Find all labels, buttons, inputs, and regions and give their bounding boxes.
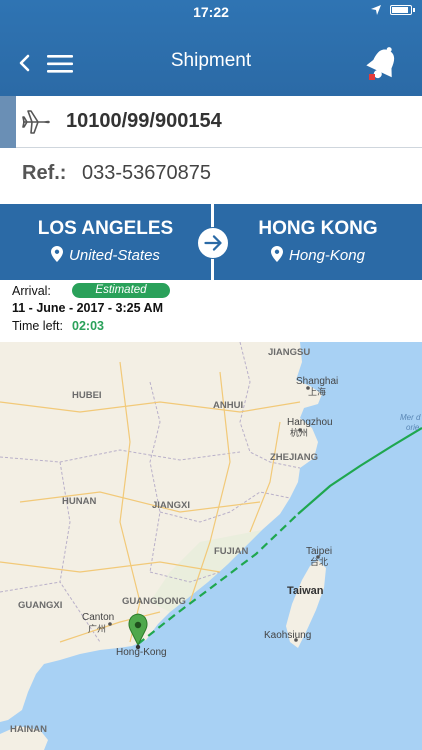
arrow-right-icon — [197, 227, 229, 259]
app-header: 17:22 Shipment — [0, 0, 422, 96]
accent-bar — [0, 96, 16, 148]
map-label-shanghai-cn: 上海 — [308, 386, 326, 397]
reference-value: 033-53670875 — [82, 162, 212, 184]
bell-icon[interactable] — [362, 44, 402, 86]
map-label-kaohsiung: Kaohsiung — [264, 630, 311, 641]
origin-card: LOS ANGELES United-States — [0, 204, 211, 280]
map-label-taiwan: Taiwan — [287, 585, 324, 597]
map-label-canton-cn: 广州 — [88, 623, 106, 634]
map-label-anhui: ANHUI — [213, 400, 243, 411]
map-label-shanghai: Shanghai — [296, 376, 338, 387]
arrival-info: Arrival: Estimated 11 - June - 2017 - 3:… — [0, 280, 422, 342]
origin-country: United-States — [69, 247, 160, 264]
map-label-zhejiang: ZHEJIANG — [270, 452, 318, 463]
page-title: Shipment — [170, 50, 252, 71]
map-label-canton: Canton — [82, 612, 114, 623]
map-canvas[interactable]: JIANGSU HUBEI ANHUI ZHEJIANG HUNAN JIANG… — [0, 342, 422, 750]
location-pin-icon — [51, 246, 64, 262]
destination-card: HONG KONG Hong-Kong — [214, 204, 422, 280]
destination-country: Hong-Kong — [289, 247, 365, 264]
location-pin-icon — [271, 246, 284, 262]
arrival-label: Arrival: — [12, 284, 51, 298]
map-label-sea-1: Mer d — [400, 413, 421, 422]
time-left-value: 02:03 — [72, 319, 104, 333]
map-label-sea-2: orie — [406, 423, 420, 432]
map-label-guangdong: GUANGDONG — [122, 596, 186, 607]
map-label-hunan: HUNAN — [62, 496, 96, 507]
battery-icon — [390, 5, 415, 15]
map-label-taipei: Taipei — [306, 546, 332, 557]
map-label-guangxi: GUANGXI — [18, 600, 62, 611]
route-panel: LOS ANGELES United-States HONG KONG Hong… — [0, 204, 422, 280]
arrival-date: 11 - June - 2017 - 3:25 AM — [12, 301, 163, 315]
map-label-hainan: HAINAN — [10, 724, 47, 735]
shipment-number-row: 10100/99/900154 — [0, 96, 422, 148]
shipment-map[interactable]: JIANGSU HUBEI ANHUI ZHEJIANG HUNAN JIANG… — [0, 342, 422, 750]
map-label-hubei: HUBEI — [72, 390, 102, 401]
location-arrow-icon — [371, 5, 381, 15]
status-icons — [370, 4, 415, 16]
map-label-hangzhou: Hangzhou — [287, 417, 333, 428]
map-label-hongkong: Hong-Kong — [116, 647, 167, 658]
map-label-fujian: FUJIAN — [214, 546, 248, 557]
origin-city: LOS ANGELES — [37, 218, 174, 239]
shipment-number: 10100/99/900154 — [66, 110, 222, 132]
airplane-icon — [22, 110, 50, 134]
status-badge: Estimated — [72, 283, 170, 298]
reference-label: Ref.: — [22, 162, 67, 184]
time-left-label: Time left: — [12, 319, 63, 333]
reference-row: Ref.: 033-53670875 — [0, 148, 422, 202]
map-label-jiangsu: JIANGSU — [268, 347, 310, 358]
status-time: 17:22 — [193, 4, 229, 20]
map-label-jiangxi: JIANGXI — [152, 500, 190, 511]
destination-city: HONG KONG — [258, 218, 378, 239]
